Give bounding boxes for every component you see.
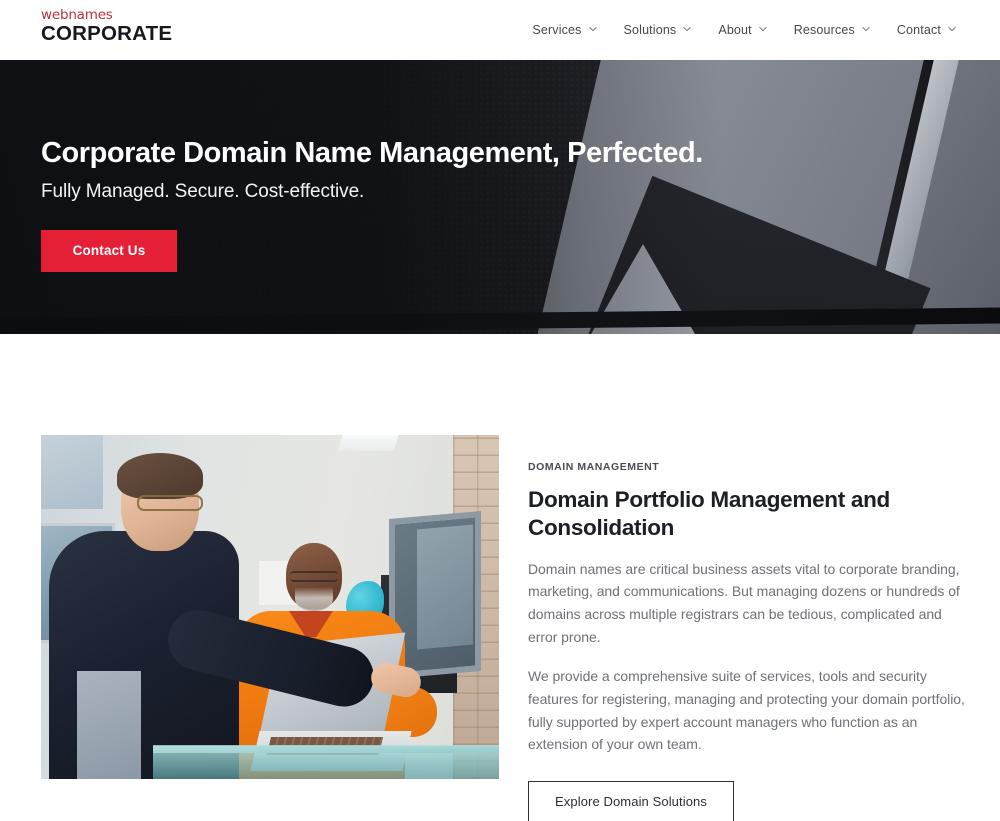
feature-heading: Domain Portfolio Management and Consolid… xyxy=(528,487,890,541)
photo-glass-desk xyxy=(153,745,499,779)
nav-item-about[interactable]: About xyxy=(718,23,767,37)
feature-image xyxy=(41,435,499,779)
hero-title: Corporate Domain Name Management, Perfec… xyxy=(41,137,703,169)
feature-text-column: DOMAIN MANAGEMENT Domain Portfolio Manag… xyxy=(528,435,974,821)
nav-item-services[interactable]: Services xyxy=(532,23,597,37)
nav-item-label: Services xyxy=(532,23,582,37)
photo-person-standing-shirt xyxy=(77,671,141,779)
hero-subtitle: Fully Managed. Secure. Cost-effective. xyxy=(41,180,365,202)
photo-person-standing-hair xyxy=(117,453,203,499)
nav-item-label: About xyxy=(718,23,752,37)
chevron-down-icon xyxy=(683,25,691,33)
explore-domain-solutions-button[interactable]: Explore Domain Solutions xyxy=(528,781,734,821)
photo-ceiling-light xyxy=(337,435,401,451)
photo-right-monitor-glow xyxy=(417,524,473,650)
logo-webnames-text: webnames xyxy=(41,7,113,23)
site-logo[interactable]: webnames CORPORATE xyxy=(41,7,173,45)
feature-row: DOMAIN MANAGEMENT Domain Portfolio Manag… xyxy=(0,435,1000,821)
photo-window-upper-left xyxy=(41,435,103,509)
photo-person-standing-glasses xyxy=(137,495,203,511)
nav-item-contact[interactable]: Contact xyxy=(897,23,956,37)
hero-banner: Corporate Domain Name Management, Perfec… xyxy=(0,60,1000,334)
logo-corporate-text: CORPORATE xyxy=(41,21,173,45)
nav-item-solutions[interactable]: Solutions xyxy=(624,23,692,37)
nav-item-label: Contact xyxy=(896,23,941,37)
feature-eyebrow: DOMAIN MANAGEMENT xyxy=(528,461,660,473)
hero-content: Corporate Domain Name Management, Perfec… xyxy=(41,137,703,272)
contact-us-button[interactable]: Contact Us xyxy=(41,229,177,272)
site-header: webnames CORPORATE Services Solutions Ab… xyxy=(0,0,1000,60)
chevron-down-icon xyxy=(759,25,767,33)
feature-section: DOMAIN MANAGEMENT Domain Portfolio Manag… xyxy=(0,334,1000,821)
office-photo xyxy=(41,435,499,779)
photo-person-seated-glasses xyxy=(290,571,338,582)
chevron-down-icon xyxy=(862,25,870,33)
nav-item-label: Resources xyxy=(793,23,855,37)
feature-paragraph-2: We provide a comprehensive suite of serv… xyxy=(528,668,965,753)
main-navigation: Services Solutions About Resources Conta xyxy=(532,0,956,60)
nav-item-resources[interactable]: Resources xyxy=(794,23,870,37)
chevron-down-icon xyxy=(588,25,597,33)
feature-paragraph-1: Domain names are critical business asset… xyxy=(528,560,960,645)
photo-person-seated-beard xyxy=(295,587,333,611)
nav-item-label: Solutions xyxy=(623,23,677,37)
chevron-down-icon xyxy=(948,25,956,33)
